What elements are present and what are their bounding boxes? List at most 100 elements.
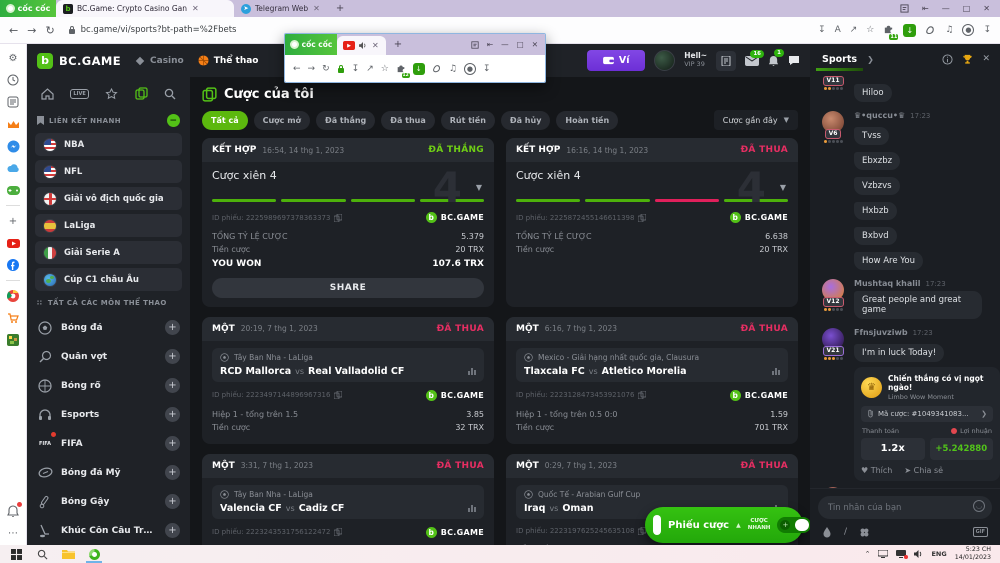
- sort-dropdown[interactable]: Cược gần đây▼: [714, 110, 798, 130]
- bookmark-star-icon[interactable]: ☆: [866, 25, 874, 35]
- youtube-icon[interactable]: [6, 236, 20, 250]
- copy-icon[interactable]: [638, 214, 646, 222]
- browser-app-icon[interactable]: [6, 289, 20, 303]
- notifications-button[interactable]: 1: [768, 55, 779, 67]
- match-info[interactable]: Mexico - Giải hạng nhất quốc gia, Clausu…: [516, 348, 788, 382]
- pin-window-icon[interactable]: ⇤: [922, 4, 929, 13]
- expand-plus-button[interactable]: +: [165, 465, 180, 480]
- stats-icon[interactable]: [468, 505, 476, 512]
- cloud-app-icon[interactable]: [6, 161, 20, 175]
- quick-bet-toggle[interactable]: +: [777, 517, 810, 533]
- language-indicator[interactable]: ENG: [931, 550, 946, 558]
- tray-expand-icon[interactable]: ⌃: [865, 550, 871, 558]
- coccoc-logo[interactable]: cốc cốc: [285, 34, 337, 55]
- collapse-quick-links-button[interactable]: −: [167, 114, 180, 127]
- sport-item-cricket[interactable]: Bóng Gậy+: [35, 487, 182, 516]
- wallet-button[interactable]: Ví: [587, 50, 645, 71]
- crown-app-icon[interactable]: [6, 117, 20, 131]
- filter-refund[interactable]: Hoàn tiền: [556, 111, 618, 130]
- downloads-tray-icon[interactable]: ↧: [483, 64, 491, 74]
- bet-name[interactable]: Cược xiên 44▼: [516, 169, 788, 195]
- chat-rules-info-icon[interactable]: [942, 54, 953, 65]
- expand-plus-button[interactable]: +: [165, 436, 180, 451]
- extensions-icon[interactable]: 12: [396, 63, 406, 75]
- close-chat-icon[interactable]: ✕: [982, 54, 990, 64]
- expand-plus-button[interactable]: +: [165, 378, 180, 393]
- bet-name[interactable]: Cược xiên 44▼: [212, 169, 484, 195]
- filter-cashout[interactable]: Rút tiền: [441, 111, 495, 130]
- filter-lost[interactable]: Đã thua: [381, 111, 435, 130]
- quick-link-serie-a[interactable]: Giải Serie A: [35, 241, 182, 264]
- downloads-tray-icon[interactable]: ↧: [983, 25, 991, 35]
- chat-message-input[interactable]: [818, 496, 992, 519]
- taskbar-clock[interactable]: 5:23 CH14/01/2023: [955, 546, 991, 562]
- expand-plus-button[interactable]: +: [165, 407, 180, 422]
- sport-item-football[interactable]: Bóng đá+: [35, 313, 182, 342]
- chat-username[interactable]: ♛•quccu•♛: [854, 111, 905, 120]
- rain-tip-icon[interactable]: [822, 526, 832, 538]
- download-page-icon[interactable]: ↧: [818, 25, 826, 35]
- trophy-icon[interactable]: [962, 54, 973, 65]
- sport-item-basketball[interactable]: Bóng rổ+: [35, 371, 182, 400]
- favorites-star-icon[interactable]: [105, 88, 118, 100]
- profile-icon[interactable]: ●: [962, 24, 974, 36]
- network-icon[interactable]: [878, 550, 888, 558]
- share-icon[interactable]: ↗: [850, 25, 858, 35]
- home-icon[interactable]: [41, 88, 54, 100]
- extensions-icon[interactable]: 11: [883, 23, 894, 37]
- shopping-cart-icon[interactable]: [6, 311, 20, 325]
- chat-username[interactable]: Ffnsjuvziwb: [854, 328, 908, 337]
- share-icon[interactable]: ↗: [366, 64, 374, 74]
- reload-button[interactable]: ↻: [322, 64, 330, 74]
- filter-won[interactable]: Đã thắng: [316, 111, 375, 130]
- copy-icon[interactable]: [334, 528, 342, 536]
- sport-item-ice-hockey[interactable]: Khúc Côn Cầu Trên Băng+: [35, 516, 182, 545]
- quick-link-champions-league[interactable]: Cúp C1 châu Âu: [35, 268, 182, 291]
- forward-button[interactable]: →: [308, 64, 316, 74]
- quick-link-nba[interactable]: NBA: [35, 133, 182, 156]
- expand-caret-icon[interactable]: ▼: [780, 183, 786, 192]
- coccoc-taskbar-icon[interactable]: [82, 545, 106, 563]
- bet-history-button[interactable]: [716, 51, 736, 71]
- match-info[interactable]: Tây Ban Nha - LaLiga RCD MallorcavsReal …: [212, 348, 484, 382]
- nav-sports[interactable]: Thể thao: [198, 55, 259, 66]
- filter-all[interactable]: Tất cả: [202, 111, 248, 130]
- command-icon[interactable]: /: [844, 527, 847, 537]
- bookmark-star-icon[interactable]: ☆: [381, 64, 389, 74]
- bcgame-logo[interactable]: b BC.GAME: [37, 53, 121, 69]
- maximize-button[interactable]: □: [963, 4, 971, 13]
- settings-gear-icon[interactable]: ⚙: [6, 51, 20, 65]
- expand-caret-icon[interactable]: ▼: [476, 183, 482, 192]
- close-window-button[interactable]: ✕: [532, 40, 538, 49]
- close-tab-icon[interactable]: ✕: [191, 4, 200, 13]
- start-button[interactable]: [4, 545, 28, 563]
- expand-plus-button[interactable]: +: [165, 523, 180, 538]
- forward-button[interactable]: →: [27, 25, 36, 36]
- share-win-button[interactable]: ➤ Chia sẻ: [904, 466, 943, 475]
- mini-youtube-tab[interactable]: ▶ ✕: [337, 36, 386, 55]
- tab-search-icon[interactable]: [900, 4, 909, 13]
- tab-search-icon[interactable]: [471, 41, 479, 49]
- user-info[interactable]: Hell~ VIP 39: [684, 52, 707, 68]
- sport-item-fifa[interactable]: FIFA FIFA+: [35, 429, 182, 458]
- quick-link-premier-league[interactable]: Giải vô địch quốc gia: [35, 187, 182, 210]
- chat-room-tab[interactable]: Sports: [820, 48, 859, 71]
- coccoc-logo[interactable]: cốc cốc: [0, 0, 56, 17]
- chevron-right-icon[interactable]: ❯: [867, 55, 874, 64]
- shared-win-card[interactable]: ♛ Chiến thắng có vị ngọt ngào! Limbo Wow…: [854, 367, 1000, 481]
- gif-icon[interactable]: GIF: [973, 527, 988, 537]
- copy-icon[interactable]: [334, 214, 342, 222]
- minimize-button[interactable]: —: [942, 4, 950, 13]
- quick-link-nfl[interactable]: NFL: [35, 160, 182, 183]
- back-button[interactable]: ←: [293, 64, 301, 74]
- display-icon[interactable]: [896, 550, 906, 558]
- stats-icon[interactable]: [468, 368, 476, 375]
- user-avatar[interactable]: [654, 50, 675, 71]
- download-page-icon[interactable]: ↧: [352, 64, 360, 74]
- reload-button[interactable]: ↻: [45, 25, 54, 36]
- close-tab-icon[interactable]: ✕: [371, 41, 380, 50]
- expand-plus-button[interactable]: +: [165, 494, 180, 509]
- games-icon[interactable]: [6, 183, 20, 197]
- sport-item-american-football[interactable]: Bóng đá Mỹ+: [35, 458, 182, 487]
- media-icon[interactable]: ♫: [449, 64, 457, 74]
